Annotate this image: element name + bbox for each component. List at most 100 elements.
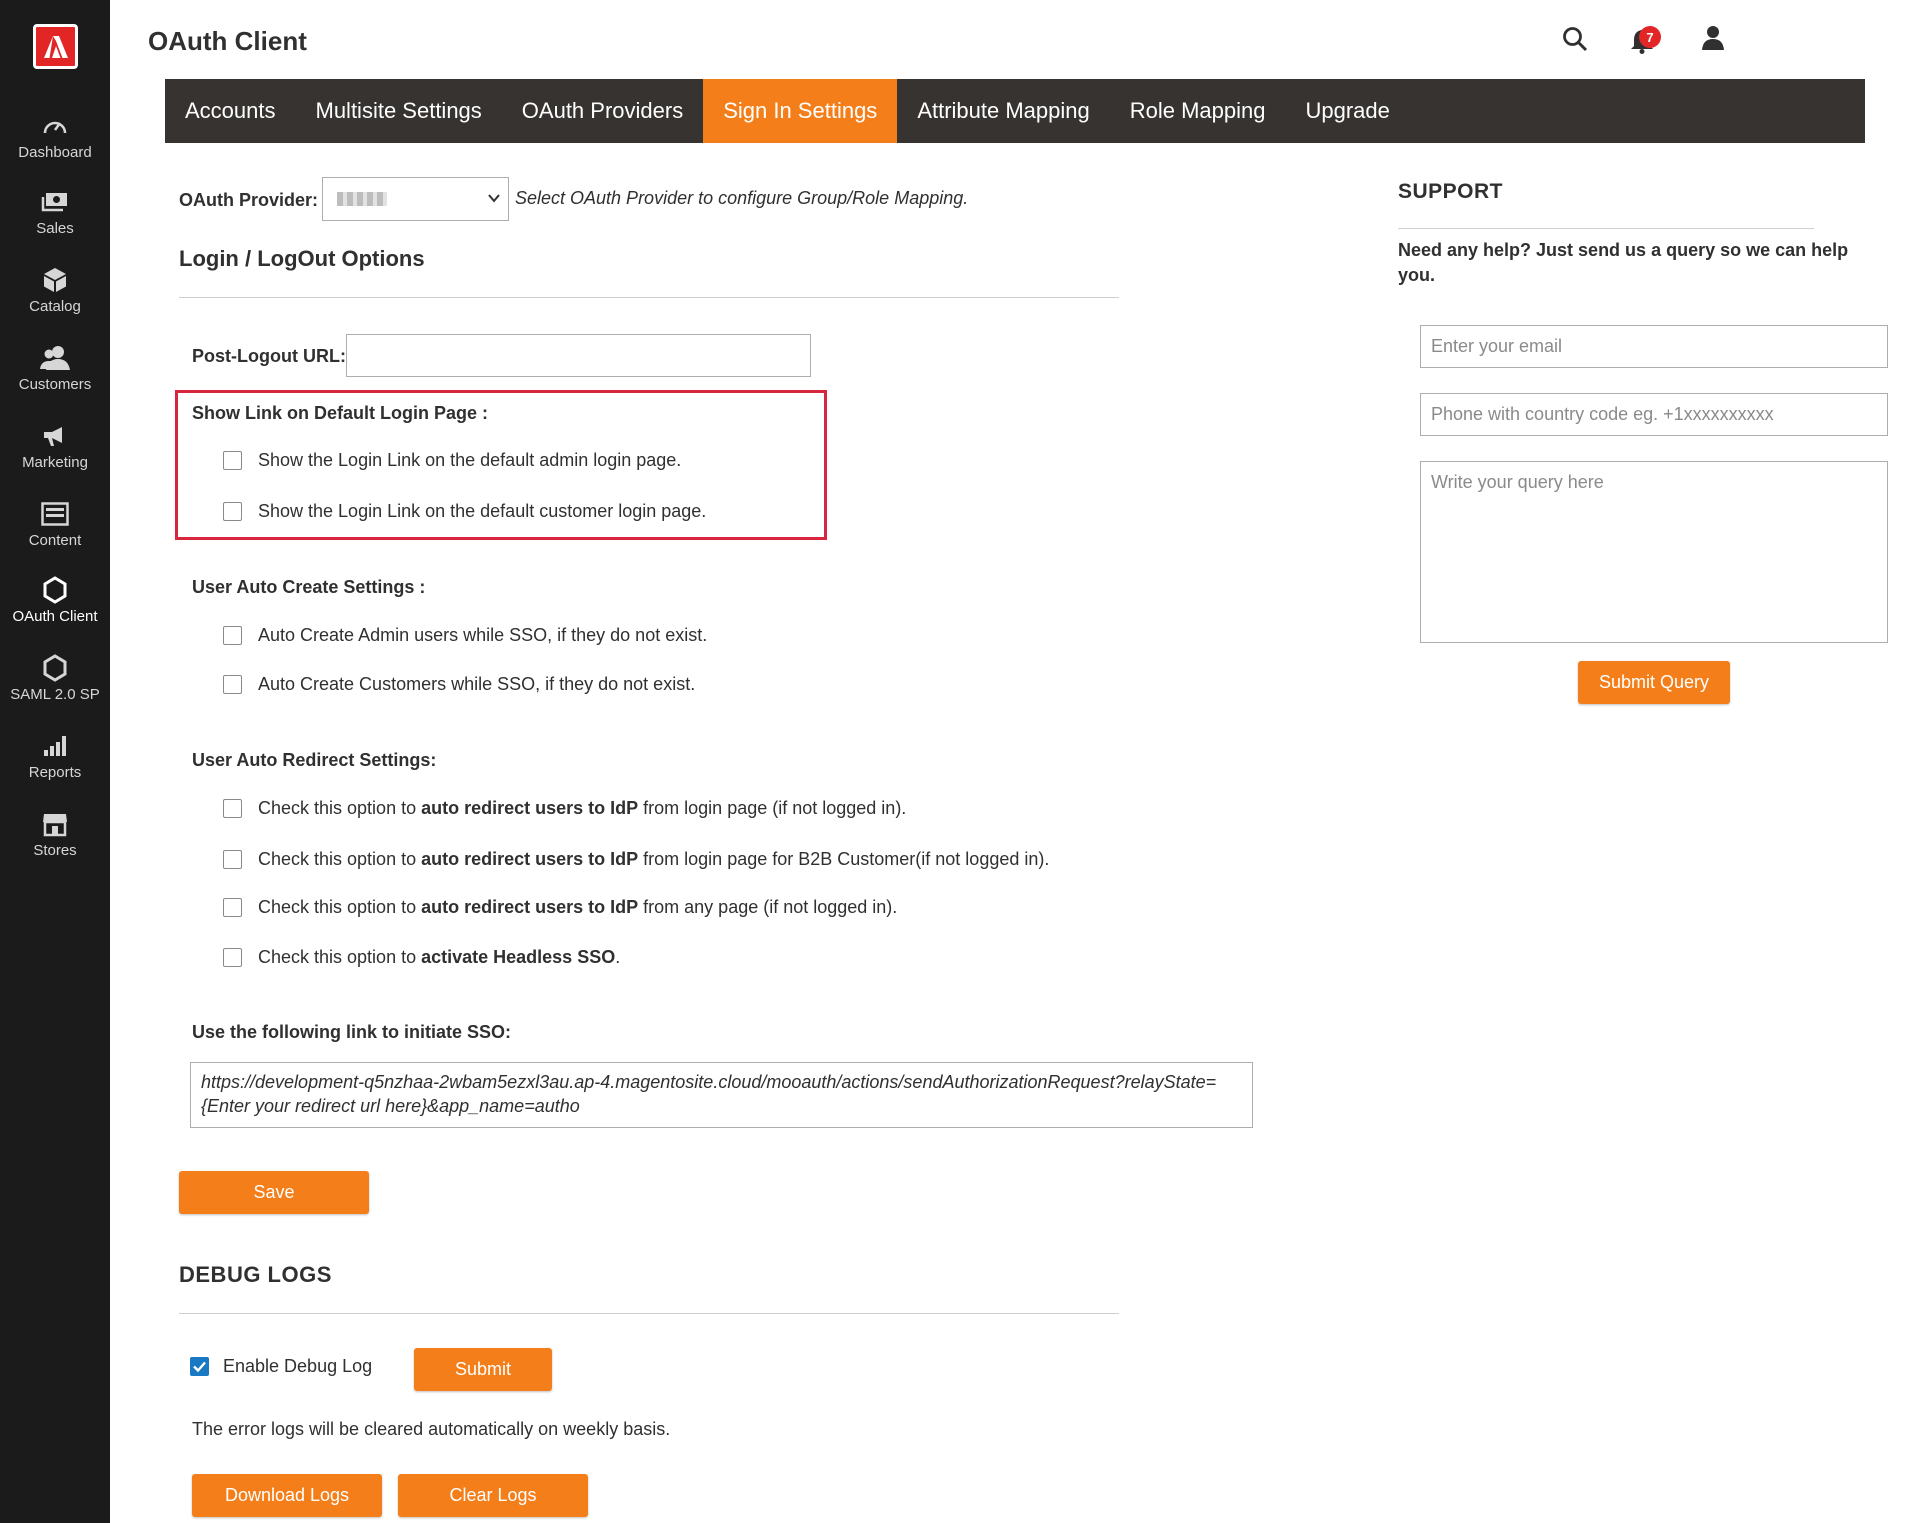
support-query-textarea[interactable] (1420, 461, 1888, 643)
hexagon-icon (42, 576, 68, 604)
sales-icon (41, 188, 69, 216)
sso-link-label: Use the following link to initiate SSO: (192, 1022, 512, 1042)
sidebar-item-oauth-client[interactable]: OAuth Client (0, 576, 110, 625)
sidebar-item-saml[interactable]: SAML 2.0 SP (0, 654, 110, 703)
redirect-login-text: Check this option to auto redirect users… (258, 798, 907, 818)
show-link-customer-option[interactable]: Show the Login Link on the default custo… (223, 501, 706, 522)
sidebar-item-reports[interactable]: Reports (0, 732, 110, 781)
user-icon[interactable] (1700, 25, 1726, 56)
show-link-admin-checkbox[interactable] (223, 451, 242, 470)
section-divider (179, 297, 1119, 298)
oauth-provider-hint: Select OAuth Provider to configure Group… (515, 188, 969, 208)
tab-attribute-mapping[interactable]: Attribute Mapping (897, 79, 1109, 143)
adobe-logo-icon (43, 35, 68, 58)
support-title: SUPPORT (1398, 180, 1504, 203)
sidebar-item-stores[interactable]: Stores (0, 810, 110, 859)
auto-create-admin-option[interactable]: Auto Create Admin users while SSO, if th… (223, 625, 707, 646)
redirect-b2b-checkbox[interactable] (223, 850, 242, 869)
redirect-b2b-text: Check this option to auto redirect users… (258, 849, 1050, 869)
oauth-provider-label: OAuth Provider: (179, 190, 319, 210)
redirect-any-page-option[interactable]: Check this option to auto redirect users… (223, 897, 897, 918)
post-logout-url-label: Post-Logout URL: (192, 346, 346, 366)
enable-debug-log-text: Enable Debug Log (223, 1356, 373, 1376)
auto-create-label: User Auto Create Settings : (192, 577, 426, 597)
tab-oauth-providers[interactable]: OAuth Providers (502, 79, 703, 143)
debug-submit-button[interactable]: Submit (414, 1348, 552, 1391)
support-help-text: Need any help? Just send us a query so w… (1398, 240, 1849, 285)
show-link-label: Show Link on Default Login Page : (192, 403, 488, 423)
save-button[interactable]: Save (179, 1171, 369, 1214)
redirect-login-option[interactable]: Check this option to auto redirect users… (223, 798, 906, 819)
headless-sso-option[interactable]: Check this option to activate Headless S… (223, 947, 620, 968)
support-email-input[interactable] (1420, 325, 1888, 368)
admin-sidebar: Dashboard Sales Catalog Customers Market… (0, 0, 110, 1523)
show-link-admin-option[interactable]: Show the Login Link on the default admin… (223, 450, 681, 471)
tab-upgrade[interactable]: Upgrade (1286, 79, 1410, 143)
auto-create-customers-option[interactable]: Auto Create Customers while SSO, if they… (223, 674, 695, 695)
adobe-logo[interactable] (33, 24, 78, 69)
provider-value-blurred (337, 192, 387, 206)
support-phone-input[interactable] (1420, 393, 1888, 436)
sidebar-item-label: Stores (33, 842, 77, 859)
content-icon (41, 500, 69, 528)
redirect-b2b-option[interactable]: Check this option to auto redirect users… (223, 849, 1049, 870)
show-link-customer-text: Show the Login Link on the default custo… (258, 501, 707, 521)
sidebar-item-label: Sales (36, 220, 74, 237)
tab-accounts[interactable]: Accounts (165, 79, 296, 143)
headless-sso-checkbox[interactable] (223, 948, 242, 967)
login-logout-section-title: Login / LogOut Options (179, 246, 425, 271)
sidebar-item-label: Customers (18, 376, 92, 393)
sidebar-item-sales[interactable]: Sales (0, 188, 110, 237)
sidebar-item-label: Reports (28, 764, 82, 781)
sidebar-item-content[interactable]: Content (0, 500, 110, 549)
clear-logs-button[interactable]: Clear Logs (398, 1474, 588, 1517)
post-logout-url-input[interactable] (346, 334, 811, 377)
auto-create-admin-text: Auto Create Admin users while SSO, if th… (258, 625, 708, 645)
customers-icon (40, 344, 70, 372)
enable-debug-log-option[interactable]: Enable Debug Log (190, 1356, 372, 1377)
sidebar-item-marketing[interactable]: Marketing (0, 422, 110, 471)
stores-icon (42, 810, 68, 838)
search-icon[interactable] (1562, 26, 1588, 57)
sidebar-item-customers[interactable]: Customers (0, 344, 110, 393)
catalog-icon (42, 266, 68, 294)
download-logs-button[interactable]: Download Logs (192, 1474, 382, 1517)
settings-tabs: Accounts Multisite Settings OAuth Provid… (165, 79, 1865, 143)
tab-multisite-settings[interactable]: Multisite Settings (296, 79, 502, 143)
debug-log-note: The error logs will be cleared automatic… (192, 1419, 671, 1439)
auto-create-customers-text: Auto Create Customers while SSO, if they… (258, 674, 696, 694)
reports-icon (42, 732, 68, 760)
notification-badge: 7 (1639, 26, 1661, 48)
auto-create-customers-checkbox[interactable] (223, 675, 242, 694)
auto-redirect-label: User Auto Redirect Settings: (192, 750, 437, 770)
hexagon-icon (42, 654, 68, 682)
show-link-customer-checkbox[interactable] (223, 502, 242, 521)
section-divider (179, 1313, 1119, 1314)
redirect-any-page-checkbox[interactable] (223, 898, 242, 917)
sso-link-textbox[interactable]: https://development-q5nzhaa-2wbam5ezxl3a… (190, 1062, 1253, 1128)
sidebar-item-label: Content (28, 532, 82, 549)
page-title: OAuth Client (148, 26, 307, 56)
marketing-icon (42, 422, 68, 450)
sidebar-item-label: Catalog (29, 298, 81, 315)
sidebar-item-catalog[interactable]: Catalog (0, 266, 110, 315)
chevron-down-icon (488, 190, 500, 206)
dashboard-icon (42, 112, 68, 140)
tab-sign-in-settings[interactable]: Sign In Settings (703, 79, 898, 143)
sidebar-item-label: SAML 2.0 SP (10, 686, 100, 703)
redirect-any-page-text: Check this option to auto redirect users… (258, 897, 898, 917)
sidebar-item-dashboard[interactable]: Dashboard (0, 112, 110, 161)
sidebar-item-label: Marketing (22, 454, 88, 471)
submit-query-button[interactable]: Submit Query (1578, 661, 1730, 704)
enable-debug-log-checkbox[interactable] (190, 1357, 209, 1376)
sidebar-item-label: Dashboard (18, 144, 92, 161)
debug-logs-title: DEBUG LOGS (179, 1262, 332, 1287)
sidebar-item-label: OAuth Client (12, 608, 98, 625)
auto-create-admin-checkbox[interactable] (223, 626, 242, 645)
oauth-provider-select[interactable] (322, 177, 509, 221)
redirect-login-checkbox[interactable] (223, 799, 242, 818)
support-divider (1398, 228, 1814, 229)
show-link-admin-text: Show the Login Link on the default admin… (258, 450, 682, 470)
headless-sso-text: Check this option to activate Headless S… (258, 947, 621, 967)
tab-role-mapping[interactable]: Role Mapping (1110, 79, 1286, 143)
